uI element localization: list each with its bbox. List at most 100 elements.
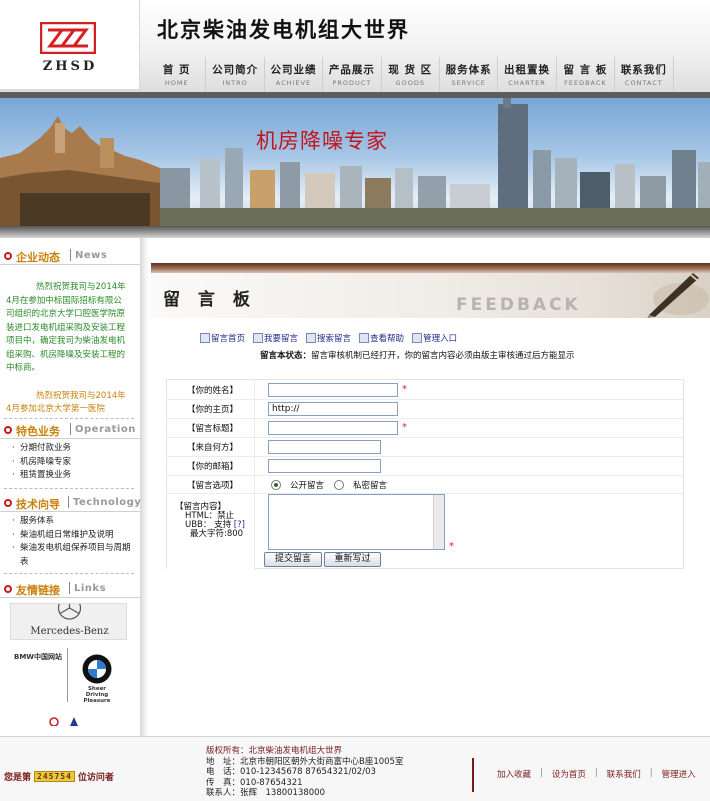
pen-icon <box>647 273 709 318</box>
bullet-icon <box>4 585 12 593</box>
homepage-input[interactable] <box>268 402 398 416</box>
nav-label: 产品展示 <box>328 64 375 76</box>
link-search-messages[interactable]: 搜索留言 <box>306 332 351 344</box>
fax-line: 传 真：010-87654321 <box>206 777 303 788</box>
sidebar-head-sublabel: News <box>75 250 108 261</box>
nav-service[interactable]: 服务体系 SERVICE <box>440 57 499 92</box>
news-item[interactable]: 热烈祝贺我司与2014年4月参加北京大学第一医院 <box>6 390 130 414</box>
nav-sublabel: CHARTER <box>508 79 546 87</box>
radio-label: 公开留言 <box>290 481 325 491</box>
sidebar-head-links: 友情链接 Links <box>0 580 140 598</box>
list-item[interactable]: 机房降噪专家 <box>10 456 134 470</box>
nav-goods[interactable]: 现 货 区 GOODS <box>382 57 440 92</box>
link-guestbook-home[interactable]: 留言首页 <box>200 332 245 344</box>
nav-home[interactable]: 首 页 HOME <box>148 57 207 92</box>
textarea-scrollbar[interactable] <box>433 495 444 549</box>
message-form: 【你的姓名】 * 【你的主页】 【留言标题】 * 【来自何方】 【你的邮箱】 【… <box>166 379 684 569</box>
sidebar-head-label: 技术向导 <box>16 498 60 511</box>
link-label: 查看帮助 <box>370 334 405 344</box>
visitor-prefix: 您是第 <box>4 773 32 783</box>
submit-button[interactable]: 提交留言 <box>264 552 322 567</box>
contact-link[interactable]: 联系我们 <box>607 768 641 780</box>
nav-feedback[interactable]: 留 言 板 FEEDBACK <box>557 57 616 92</box>
copyright-block: 版权所有：北京柴油发电机组大世界 地 址：北京市朝阳区朝外大街商富中心B座100… <box>206 746 403 799</box>
form-row-name: 【你的姓名】 * <box>167 380 683 400</box>
mercedes-star-icon <box>57 604 82 620</box>
nav-sublabel: ACHIEVE <box>275 79 312 87</box>
form-row-email: 【你的邮箱】 <box>167 457 683 476</box>
link-admin[interactable]: 管理入口 <box>412 332 457 344</box>
field-label: 【留言标题】 <box>167 419 255 437</box>
link-write-message[interactable]: 我要留言 <box>253 332 298 344</box>
list-item[interactable]: 柴油机组日常维护及说明 <box>10 529 134 543</box>
link-help[interactable]: 查看帮助 <box>359 332 404 344</box>
logo[interactable]: ZHSD <box>0 0 140 90</box>
form-row-title: 【留言标题】 * <box>167 419 683 438</box>
title-input[interactable] <box>268 421 398 435</box>
page-title: 留 言 板 <box>163 290 256 310</box>
nav-achieve[interactable]: 公司业绩 ACHIEVE <box>265 57 324 92</box>
main-nav: 首 页 HOME 公司简介 INTRO 公司业绩 ACHIEVE 产品展示 PRODUC… <box>148 57 674 92</box>
nav-intro[interactable]: 公司简介 INTRO <box>206 57 265 92</box>
logo-text: ZHSD <box>42 59 98 74</box>
admin-login-link[interactable]: 管理进入 <box>662 768 696 780</box>
phone-line: 电 话：010-12345678 87654321/02/03 <box>206 767 376 777</box>
reset-button[interactable]: 重新写过 <box>324 552 381 567</box>
sidebar-head-operation: 特色业务 Operation <box>0 421 140 439</box>
news-item[interactable]: 热烈祝贺我司与2014年4月在参加中标国际招标有限公司组织的北京大学口腔医学院原… <box>6 281 130 376</box>
city-skyline-image <box>0 98 710 226</box>
partner-logos-icon[interactable] <box>48 714 88 726</box>
list-item[interactable]: 柴油发电机组保养项目与周期表 <box>10 542 134 569</box>
radio-label: 私密留言 <box>353 481 388 491</box>
separator <box>68 496 69 508</box>
required-mark: * <box>449 541 454 552</box>
nav-sublabel: CONTACT <box>624 79 663 87</box>
separator: | <box>594 768 598 778</box>
email-input[interactable] <box>268 459 381 473</box>
list-item[interactable]: 租赁置换业务 <box>10 469 134 483</box>
banner-slogan: 机房降噪专家 <box>256 129 388 153</box>
bmw-link[interactable]: BMW中国网站 Sheer Driving Pleasure <box>10 648 127 704</box>
link-label: 搜索留言 <box>317 334 352 344</box>
bullet-icon <box>4 252 12 260</box>
name-input[interactable] <box>268 383 398 397</box>
home-icon <box>200 333 210 343</box>
bmw-site-label: BMW中国网站 <box>14 653 63 661</box>
set-homepage-link[interactable]: 设为首页 <box>552 768 586 780</box>
sidebar-head-sublabel: Operation <box>75 424 136 435</box>
field-label: 【你的邮箱】 <box>167 457 255 475</box>
private-radio[interactable] <box>334 480 344 490</box>
nav-label: 联系我们 <box>620 64 667 76</box>
nav-contact[interactable]: 联系我们 CONTACT <box>615 57 674 92</box>
bullet-icon <box>4 499 12 507</box>
add-favorite-link[interactable]: 加入收藏 <box>497 768 531 780</box>
status-label: 留言本状态： <box>260 351 312 361</box>
bmw-tagline: Driving Pleasure <box>83 692 111 704</box>
public-radio[interactable] <box>271 480 281 490</box>
list-item[interactable]: 服务体系 <box>10 515 134 529</box>
required-mark: * <box>402 422 407 433</box>
visitor-counter: 您是第 245754 位访问者 <box>4 770 114 783</box>
link-label: 留言首页 <box>211 334 246 344</box>
tech-list: 服务体系 柴油机组日常维护及说明 柴油发电机组保养项目与周期表 <box>10 515 134 569</box>
page-title-en: FEEDBACK <box>456 295 581 315</box>
nav-charter[interactable]: 出租置换 CHARTER <box>498 57 557 92</box>
nav-label: 留 言 板 <box>563 64 608 76</box>
nav-label: 现 货 区 <box>388 64 433 76</box>
sidebar-divider <box>140 238 149 736</box>
nav-product[interactable]: 产品展示 PRODUCT <box>323 57 382 92</box>
mercedes-link[interactable]: Mercedes-Benz <box>10 603 127 640</box>
separator <box>67 648 68 702</box>
status-text: 留言审核机制已经打开，你的留言内容必须由版主审核通过后方能显示 <box>311 351 575 361</box>
mercedes-text: Mercedes-Benz <box>30 626 109 637</box>
nav-sublabel: SERVICE <box>451 79 486 87</box>
link-label: 我要留言 <box>264 334 299 344</box>
content-textarea[interactable] <box>268 494 445 550</box>
nav-sublabel: HOME <box>164 79 189 87</box>
visitor-suffix: 位访问者 <box>77 773 114 783</box>
divider <box>4 488 134 489</box>
from-input[interactable] <box>268 440 381 454</box>
form-row-option: 【留言选项】 公开留言 私密留言 <box>167 476 683 494</box>
list-item[interactable]: 分期付款业务 <box>10 442 134 456</box>
divider <box>4 573 134 574</box>
